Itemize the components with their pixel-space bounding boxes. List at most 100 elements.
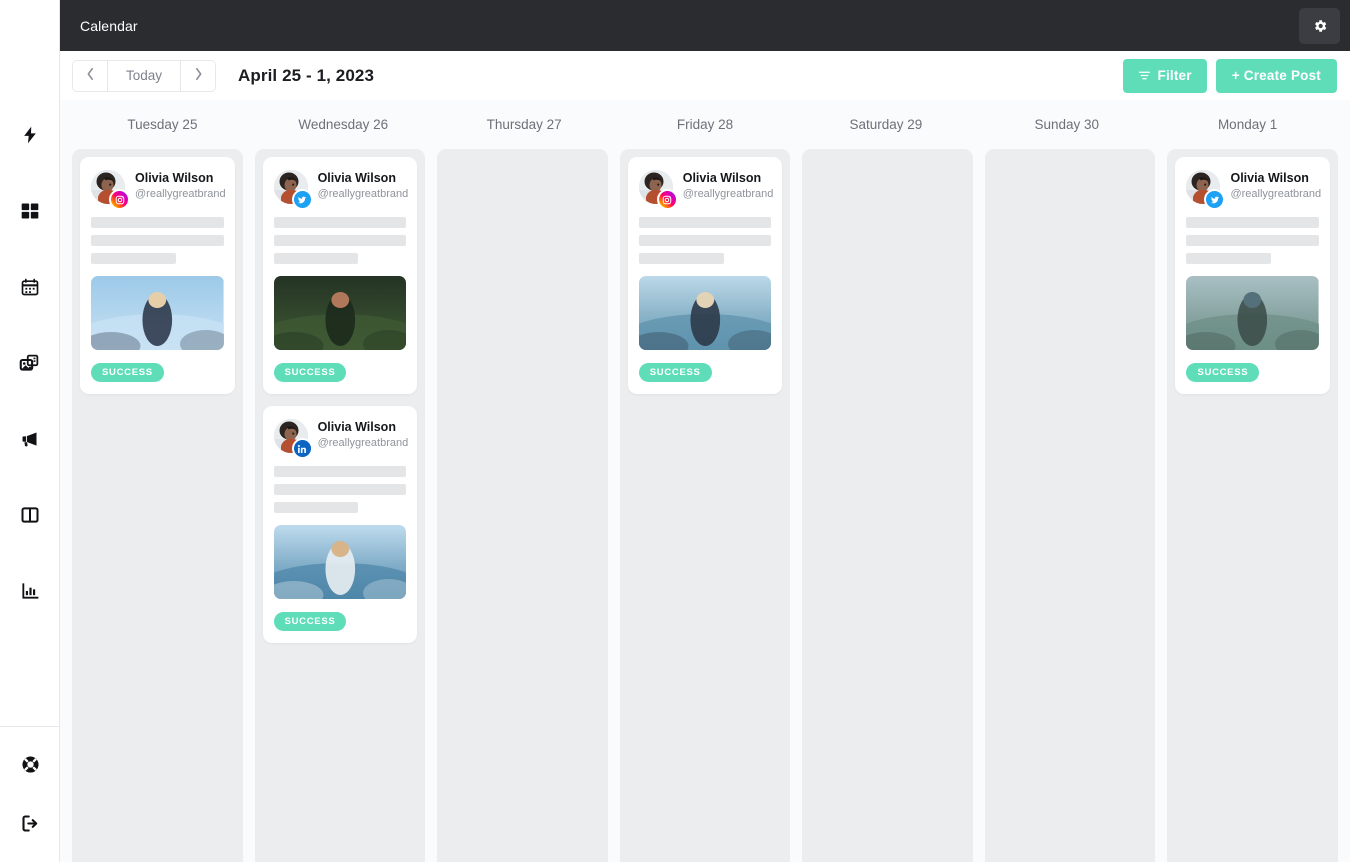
main-area: Calendar Today April 25 - 1, 2023 Filter… — [60, 0, 1350, 862]
day-header: Saturday 29 — [849, 117, 923, 132]
author-name: Olivia Wilson — [135, 171, 214, 185]
bar-chart-icon — [20, 581, 40, 601]
text-line — [273, 253, 359, 264]
author-handle: @reallygreatbrand — [317, 437, 409, 449]
post-card[interactable]: Olivia Wilson @reallygreatbrand SUCCESS — [1175, 157, 1331, 394]
sidebar-bottom-nav — [0, 747, 60, 840]
author-block: Olivia Wilson @reallygreatbrand — [1230, 170, 1321, 201]
status-badge: SUCCESS — [91, 363, 164, 382]
text-line — [273, 466, 407, 477]
logout-icon — [20, 813, 41, 834]
author-block: Olivia Wilson @reallygreatbrand — [135, 170, 226, 201]
gear-icon — [1312, 18, 1328, 34]
avatar-wrap — [638, 170, 678, 210]
day-column[interactable] — [984, 149, 1156, 862]
post-card[interactable]: Olivia Wilson @reallygreatbrand SUCCESS — [80, 157, 235, 394]
post-card[interactable]: Olivia Wilson @reallygreatbrand SUCCESS — [262, 406, 418, 643]
avatar-wrap — [273, 419, 313, 459]
author-name: Olivia Wilson — [317, 171, 396, 185]
author-handle: @reallygreatbrand — [135, 188, 226, 200]
avatar-wrap — [1186, 170, 1226, 210]
sidebar-item-media[interactable] — [13, 346, 47, 380]
avatar-wrap — [91, 170, 130, 210]
post-text-placeholder — [273, 217, 407, 264]
twitter-badge-icon — [291, 189, 313, 210]
day-header: Monday 1 — [1217, 117, 1278, 132]
create-post-button[interactable]: + Create Post — [1215, 58, 1337, 93]
day-column[interactable] — [437, 149, 608, 862]
sidebar-item-lightning[interactable] — [13, 118, 47, 152]
instagram-badge-icon — [656, 189, 678, 210]
text-line — [638, 217, 772, 228]
post-author-row: Olivia Wilson @reallygreatbrand — [91, 170, 226, 210]
today-button[interactable]: Today — [107, 60, 182, 91]
filter-button[interactable]: Filter — [1122, 58, 1207, 93]
day-column[interactable] — [802, 149, 973, 862]
sidebar-item-dashboard[interactable] — [13, 194, 47, 228]
prev-week-button[interactable] — [73, 60, 107, 91]
sidebar-item-analytics[interactable] — [13, 574, 47, 608]
post-author-row: Olivia Wilson @reallygreatbrand — [638, 170, 774, 210]
post-image[interactable] — [91, 276, 224, 350]
author-handle: @reallygreatbrand — [682, 188, 774, 200]
calendar-icon — [20, 277, 40, 297]
sidebar-item-logout[interactable] — [13, 806, 47, 840]
day-columns: Olivia Wilson @reallygreatbrand SUCCESS Oli… — [60, 149, 1350, 862]
columns-board-icon — [20, 505, 40, 525]
post-card[interactable]: Olivia Wilson @reallygreatbrand SUCCESS — [262, 157, 418, 394]
post-card[interactable]: Olivia Wilson @reallygreatbrand SUCCESS — [627, 157, 783, 394]
text-line — [1186, 253, 1272, 264]
day-column[interactable]: Olivia Wilson @reallygreatbrand SUCCESS — [1167, 149, 1339, 862]
post-author-row: Olivia Wilson @reallygreatbrand — [1186, 170, 1321, 210]
sidebar-item-calendar[interactable] — [13, 270, 47, 304]
app-root: Calendar Today April 25 - 1, 2023 Filter… — [0, 0, 1350, 862]
post-author-row: Olivia Wilson @reallygreatbrand — [273, 170, 409, 210]
text-line — [1186, 217, 1320, 228]
day-column[interactable]: Olivia Wilson @reallygreatbrand SUCCESS — [72, 149, 243, 862]
twitter-badge-icon — [1204, 189, 1226, 210]
text-line — [638, 235, 772, 246]
post-author-row: Olivia Wilson @reallygreatbrand — [273, 419, 409, 459]
text-line — [273, 235, 407, 246]
top-bar: Calendar — [60, 0, 1350, 51]
settings-button[interactable] — [1299, 7, 1340, 44]
megaphone-icon — [19, 429, 40, 450]
avatar-wrap — [273, 170, 313, 210]
post-text-placeholder — [1186, 217, 1320, 264]
post-image[interactable] — [273, 525, 407, 599]
post-text-placeholder — [273, 466, 407, 513]
dashboard-grid-icon — [20, 201, 40, 221]
sidebar-item-support[interactable] — [13, 747, 47, 781]
day-column[interactable]: Olivia Wilson @reallygreatbrand SUCCESS Oli… — [254, 149, 426, 862]
sidebar-item-campaigns[interactable] — [13, 422, 47, 456]
text-line — [273, 217, 407, 228]
linkedin-badge-icon — [291, 438, 313, 459]
post-image[interactable] — [1186, 276, 1320, 350]
day-header: Sunday 30 — [1034, 117, 1099, 132]
text-line — [91, 253, 176, 264]
chevron-right-icon — [194, 67, 203, 85]
status-badge: SUCCESS — [1186, 363, 1260, 382]
next-week-button[interactable] — [181, 60, 216, 91]
sidebar — [0, 0, 60, 862]
text-line — [273, 502, 359, 513]
date-nav-group: Today — [72, 59, 217, 92]
chevron-left-icon — [86, 67, 95, 85]
sidebar-item-board[interactable] — [13, 498, 47, 532]
author-handle: @reallygreatbrand — [317, 188, 409, 200]
sidebar-divider — [0, 726, 60, 727]
day-header: Wednesday 26 — [298, 117, 389, 132]
post-image[interactable] — [638, 276, 772, 350]
post-text-placeholder — [91, 217, 224, 264]
media-library-icon — [19, 353, 40, 374]
day-column[interactable]: Olivia Wilson @reallygreatbrand SUCCESS — [619, 149, 791, 862]
text-line — [91, 235, 224, 246]
text-line — [1186, 235, 1320, 246]
post-image[interactable] — [273, 276, 407, 350]
author-block: Olivia Wilson @reallygreatbrand — [317, 419, 409, 450]
author-name: Olivia Wilson — [682, 171, 762, 185]
day-header: Friday 28 — [676, 117, 734, 132]
text-line — [273, 484, 407, 495]
author-name: Olivia Wilson — [317, 420, 396, 434]
text-line — [91, 217, 224, 228]
